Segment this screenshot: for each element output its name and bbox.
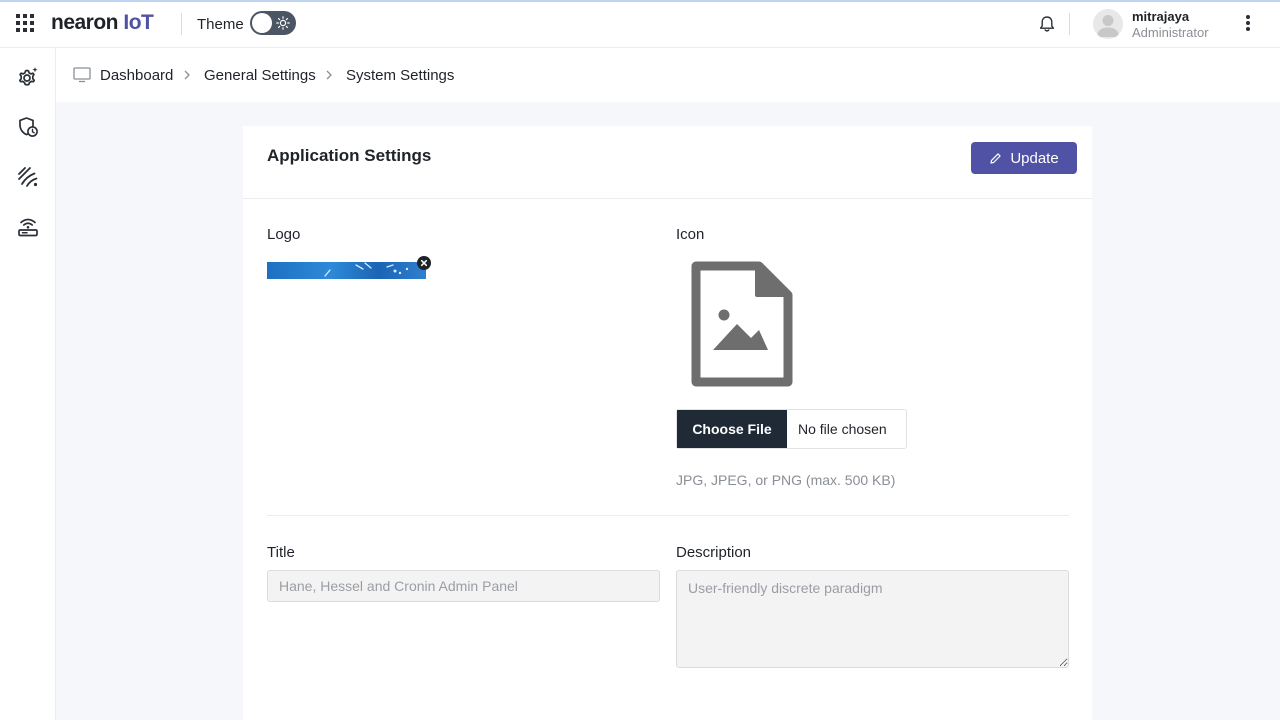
breadcrumb-dashboard[interactable]: Dashboard (100, 67, 173, 84)
user-name: mitrajaya (1132, 9, 1190, 24)
pencil-icon (990, 152, 1002, 164)
title-input[interactable] (267, 570, 660, 602)
sidebar (0, 48, 56, 720)
logo-label: Logo (267, 226, 301, 243)
user-role: Administrator (1132, 25, 1209, 40)
apps-grid-icon[interactable] (16, 14, 34, 32)
close-icon (420, 259, 428, 267)
user-avatar-icon (1097, 15, 1119, 37)
theme-label: Theme (197, 16, 244, 33)
header-divider (181, 13, 182, 35)
section-divider (267, 515, 1069, 516)
title-label: Title (267, 544, 295, 561)
brand-logo[interactable]: nearon IoT (51, 11, 154, 35)
update-button[interactable]: Update (971, 142, 1077, 174)
settings-gear-icon[interactable] (16, 65, 40, 89)
router-wifi-icon[interactable] (16, 215, 40, 239)
card-header: Application Settings Update (243, 126, 1092, 199)
file-hint: JPG, JPEG, or PNG (max. 500 KB) (676, 472, 896, 488)
remove-logo-button[interactable] (417, 256, 431, 270)
description-label: Description (676, 544, 752, 561)
more-options-icon[interactable] (1240, 14, 1256, 34)
brand-accent: IoT (123, 11, 154, 34)
page-title: Application Settings (267, 146, 432, 165)
description-textarea[interactable] (676, 570, 1069, 668)
breadcrumb-system-settings[interactable]: System Settings (346, 67, 454, 84)
sun-icon (276, 16, 290, 30)
logo-preview-pattern (324, 262, 409, 277)
file-status: No file chosen (798, 421, 887, 437)
theme-toggle[interactable] (250, 11, 296, 35)
application-settings-card: Application Settings Update Logo Icon Ch… (243, 126, 1092, 720)
image-placeholder-icon (691, 261, 793, 387)
notification-bell-icon[interactable] (1037, 14, 1057, 34)
breadcrumb-general-settings[interactable]: General Settings (204, 67, 316, 84)
breadcrumb: Dashboard General Settings System Settin… (56, 48, 1280, 102)
chevron-right-icon (184, 70, 190, 80)
chevron-right-icon (326, 70, 332, 80)
monitor-icon[interactable] (73, 67, 91, 83)
logo-preview-image (267, 262, 426, 279)
update-button-label: Update (1010, 149, 1059, 167)
shield-clock-icon[interactable] (16, 115, 40, 139)
icon-label: Icon (676, 226, 705, 243)
toggle-knob (252, 13, 272, 33)
avatar[interactable] (1093, 9, 1123, 39)
icon-file-input[interactable]: Choose File No file chosen (676, 409, 907, 449)
top-bar: nearon IoT Theme mitrajaya Administrator (0, 2, 1280, 48)
choose-file-button[interactable]: Choose File (677, 410, 787, 448)
header-divider (1069, 13, 1070, 35)
signal-waves-icon[interactable] (16, 165, 40, 189)
brand-name: nearon (51, 11, 119, 34)
